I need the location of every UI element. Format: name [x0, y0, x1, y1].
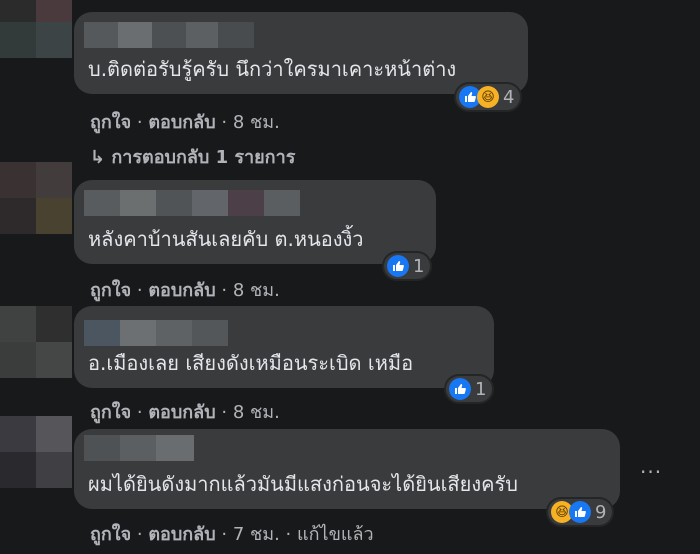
author-name-blurred[interactable]: [84, 22, 254, 48]
reaction-count: 1: [413, 255, 425, 277]
reaction-count: 9: [595, 501, 607, 523]
comment-text: ผมได้ยินดังมากแล้วมันมีแสงก่อนจะได้ยินเส…: [88, 472, 518, 496]
comment-bubble: บ.ติดต่อรับรู้ครับ นึกว่าใครมาเคาะหน้าต่…: [74, 12, 528, 94]
reaction-summary[interactable]: 1: [446, 376, 493, 402]
author-name-blurred[interactable]: [84, 320, 228, 346]
comment-actions: ถูกใจ · ตอบกลับ · 7 ชม. · แก้ไขแล้ว: [90, 519, 374, 548]
avatar[interactable]: [0, 0, 72, 58]
comment-bubble: ผมได้ยินดังมากแล้วมันมีแสงก่อนจะได้ยินเส…: [74, 429, 620, 509]
timestamp[interactable]: 7 ชม.: [233, 524, 280, 545]
reply-link[interactable]: ตอบกลับ: [148, 524, 215, 545]
like-icon: [449, 378, 471, 400]
avatar[interactable]: [0, 306, 72, 378]
reaction-summary[interactable]: 😆 4: [456, 84, 521, 110]
separator: ·: [221, 280, 228, 301]
timestamp[interactable]: 8 ชม.: [233, 402, 280, 423]
like-link[interactable]: ถูกใจ: [90, 112, 131, 133]
reply-link[interactable]: ตอบกลับ: [148, 112, 215, 133]
like-link[interactable]: ถูกใจ: [90, 402, 131, 423]
comment-actions: ถูกใจ · ตอบกลับ · 8 ชม.: [90, 275, 280, 304]
like-link[interactable]: ถูกใจ: [90, 524, 131, 545]
haha-icon: 😆: [477, 86, 499, 108]
reaction-summary[interactable]: 1: [384, 253, 431, 279]
author-name-blurred[interactable]: [84, 190, 300, 216]
separator: ·: [136, 280, 143, 301]
separator: ·: [221, 524, 228, 545]
reaction-count: 1: [475, 378, 487, 400]
timestamp[interactable]: 8 ชม.: [233, 112, 280, 133]
timestamp[interactable]: 8 ชม.: [233, 280, 280, 301]
avatar[interactable]: [0, 416, 72, 488]
comment-actions: ถูกใจ · ตอบกลับ · 8 ชม.: [90, 107, 280, 136]
reply-link[interactable]: ตอบกลับ: [148, 402, 215, 423]
edited-label[interactable]: แก้ไขแล้ว: [297, 524, 374, 545]
like-icon: [387, 255, 409, 277]
comment-text: อ.เมืองเลย เสียงดังเหมือนระเบิด เหมือ: [88, 351, 414, 375]
separator: ·: [285, 524, 292, 545]
separator: ·: [136, 402, 143, 423]
avatar[interactable]: [0, 162, 72, 234]
separator: ·: [221, 112, 228, 133]
like-link[interactable]: ถูกใจ: [90, 280, 131, 301]
view-replies-link[interactable]: ↳ การตอบกลับ 1 รายการ: [90, 142, 295, 171]
comment-bubble: อ.เมืองเลย เสียงดังเหมือนระเบิด เหมือ: [74, 306, 494, 388]
reaction-count: 4: [503, 86, 515, 108]
separator: ·: [136, 524, 143, 545]
like-icon: [569, 501, 591, 523]
separator: ·: [136, 112, 143, 133]
reaction-summary[interactable]: 😆 9: [548, 499, 613, 525]
comment-text: หลังคาบ้านสันเลยคับ ต.หนองงิ้ว: [88, 227, 364, 251]
comment-actions: ถูกใจ · ตอบกลับ · 8 ชม.: [90, 397, 280, 426]
separator: ·: [221, 402, 228, 423]
comment-text: บ.ติดต่อรับรู้ครับ นึกว่าใครมาเคาะหน้าต่…: [88, 57, 457, 81]
comment-bubble: หลังคาบ้านสันเลยคับ ต.หนองงิ้ว: [74, 180, 436, 264]
author-name-blurred[interactable]: [84, 435, 194, 461]
more-options-icon[interactable]: ···: [640, 460, 662, 484]
reply-link[interactable]: ตอบกลับ: [148, 280, 215, 301]
